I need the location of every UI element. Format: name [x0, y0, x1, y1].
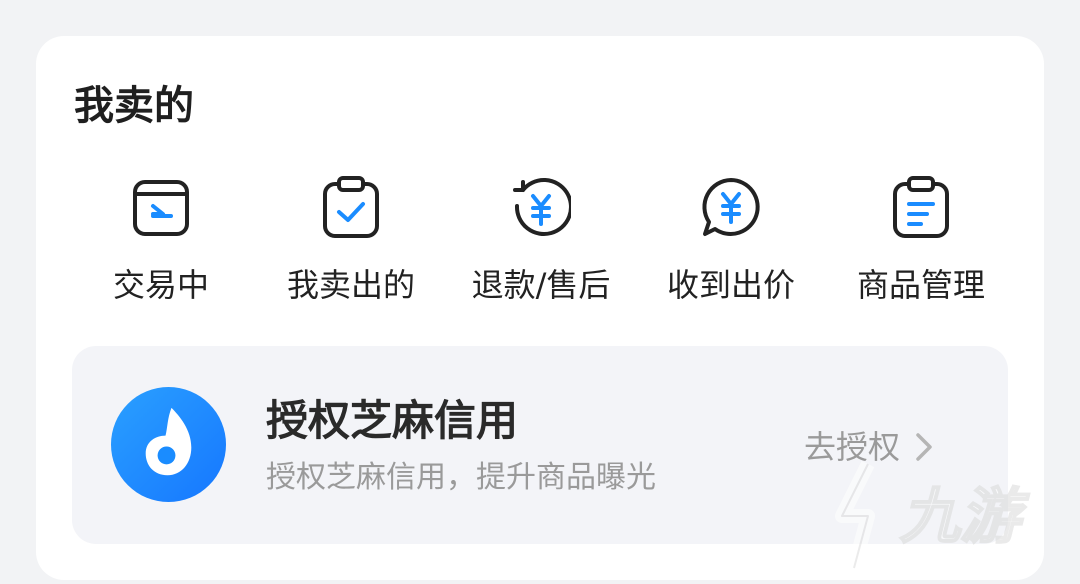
- authorize-link[interactable]: 去授权: [804, 426, 934, 468]
- shortcut-label: 收到出价: [666, 266, 795, 304]
- shortcut-label: 交易中: [112, 266, 209, 304]
- shortcut-label: 我卖出的: [286, 266, 415, 304]
- chevron-right-icon: [916, 433, 932, 461]
- banner-title: 授权芝麻信用: [266, 396, 519, 445]
- section-title: 我卖的: [74, 83, 194, 129]
- sold-clipboard-check-icon: [323, 176, 379, 238]
- offer-yuan-chat-icon: [702, 178, 760, 236]
- shortcut-goods-manage[interactable]: 商品管理: [826, 176, 1016, 316]
- shortcut-label: 商品管理: [856, 266, 985, 304]
- refund-yuan-cycle-icon: [513, 178, 571, 236]
- shortcut-label: 退款/售后: [471, 266, 611, 304]
- trading-wallet-icon: [133, 180, 189, 236]
- shortcut-trading[interactable]: 交易中: [66, 176, 256, 316]
- shortcut-refund[interactable]: 退款/售后: [446, 176, 636, 316]
- selling-shortcuts: 交易中 我卖出的 退款/售后 收到出价 商品管理: [66, 176, 1026, 316]
- my-selling-card: 我卖的 交易中 我卖出的 退款/售后 收到出价 商品管理 授权芝麻信用 授权芝麻…: [36, 36, 1044, 580]
- goods-manage-clipboard-icon: [893, 176, 949, 238]
- sesame-credit-banner[interactable]: 授权芝麻信用 授权芝麻信用，提升商品曝光 去授权: [72, 346, 1008, 544]
- authorize-label: 去授权: [804, 428, 901, 466]
- shortcut-offers[interactable]: 收到出价: [636, 176, 826, 316]
- sesame-credit-logo-icon: [110, 386, 227, 503]
- shortcut-sold[interactable]: 我卖出的: [256, 176, 446, 316]
- banner-subtitle: 授权芝麻信用，提升商品曝光: [266, 460, 656, 495]
